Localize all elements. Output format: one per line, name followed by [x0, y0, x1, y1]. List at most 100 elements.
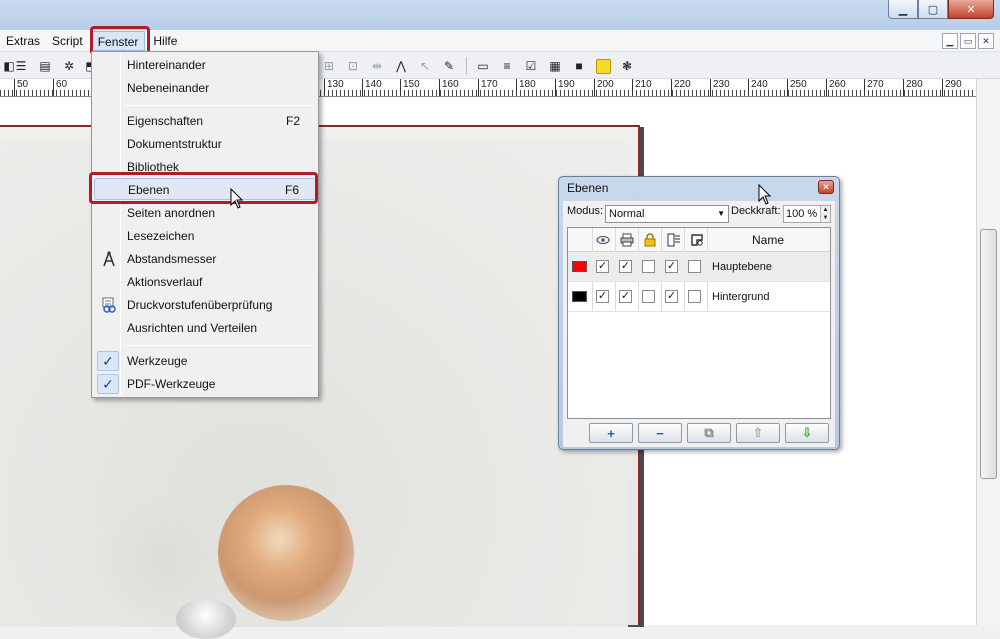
pdf-annotation-icon[interactable]: [594, 57, 612, 75]
opacity-value: 100 %: [786, 208, 818, 220]
menu-item-lesezeichen[interactable]: Lesezeichen: [94, 225, 316, 247]
copy-properties-icon[interactable]: ↖: [416, 57, 434, 75]
layer-color-swatch[interactable]: [572, 291, 587, 302]
menu-separator: [124, 345, 314, 346]
preflight-icon: [100, 297, 118, 313]
layer-name[interactable]: Hauptebene: [712, 252, 772, 282]
menu-item-label: Eigenschaften: [127, 114, 204, 128]
layer-print-checkbox[interactable]: ✓: [619, 290, 632, 303]
layer-outline-checkbox[interactable]: [688, 260, 701, 273]
layer-row-hintergrund[interactable]: ✓ ✓ ✓ Hintergrund: [568, 282, 830, 312]
lower-layer-button[interactable]: ⇩: [785, 423, 829, 443]
layer-lock-checkbox[interactable]: [642, 290, 655, 303]
doc-minimize-icon[interactable]: ▁: [942, 33, 958, 49]
menu-item-pdf-werkzeuge[interactable]: ✓ PDF-Werkzeuge: [94, 373, 316, 395]
layer-outline-checkbox[interactable]: [688, 290, 701, 303]
menu-item-aktionsverlauf[interactable]: Aktionsverlauf: [94, 271, 316, 293]
layer-visible-checkbox[interactable]: ✓: [596, 290, 609, 303]
layer-color-swatch[interactable]: [572, 261, 587, 272]
eye-icon: [594, 231, 612, 249]
blend-mode-select[interactable]: Normal ▼: [605, 205, 729, 223]
table-header: Name: [568, 228, 830, 252]
menu-item-label: Ausrichten und Verteilen: [127, 321, 258, 335]
modus-label: Modus:: [567, 205, 604, 217]
pdf-textfield-icon[interactable]: ≡: [498, 57, 516, 75]
maximize-icon[interactable]: ▢: [918, 0, 948, 19]
pdf-link-icon[interactable]: ❃: [618, 57, 636, 75]
window-titlebar: ▁ ▢ ✕: [0, 0, 1000, 30]
layer-print-checkbox[interactable]: ✓: [619, 260, 632, 273]
image-frame-icon[interactable]: ▤: [36, 57, 54, 75]
ruler-label: 160: [439, 79, 459, 96]
layers-palette[interactable]: Ebenen ✕ Modus: Normal ▼ Deckkraft: 100 …: [558, 176, 840, 450]
scrollbar-thumb[interactable]: [980, 229, 997, 479]
checkmark-icon: ✓: [97, 374, 119, 394]
raise-layer-button[interactable]: ⇧: [736, 423, 780, 443]
menu-item-nebeneinander[interactable]: Nebeneinander: [94, 77, 316, 99]
text-flow-icon: [665, 231, 683, 249]
document-window-buttons: ▁ ▭ ✕: [942, 33, 994, 49]
layer-flow-checkbox[interactable]: ✓: [665, 290, 678, 303]
menu-item-seiten-anordnen[interactable]: Seiten anordnen: [94, 202, 316, 224]
ruler-label: 240: [748, 79, 768, 96]
doc-close-icon[interactable]: ✕: [978, 33, 994, 49]
add-layer-button[interactable]: +: [589, 423, 633, 443]
chevron-down-icon: ▼: [717, 209, 725, 218]
pdf-listbox-icon[interactable]: ■: [570, 57, 588, 75]
menu-item-dokumentstruktur[interactable]: Dokumentstruktur: [94, 133, 316, 155]
menu-item-werkzeuge[interactable]: ✓ Werkzeuge: [94, 350, 316, 372]
menu-script[interactable]: Script: [46, 31, 89, 51]
doc-restore-icon[interactable]: ▭: [960, 33, 976, 49]
text-frame-icon[interactable]: ☰: [12, 57, 30, 75]
unlink-frames-icon[interactable]: ⊡: [344, 57, 362, 75]
menu-item-label: Lesezeichen: [127, 229, 195, 243]
rose-orb-image: [218, 485, 354, 621]
layer-row-hauptebene[interactable]: ✓ ✓ ✓ Hauptebene: [568, 252, 830, 282]
ruler-label: 60: [53, 79, 67, 96]
close-icon[interactable]: ✕: [948, 0, 994, 19]
ruler-label: 150: [400, 79, 420, 96]
measure-tool-icon[interactable]: ⋀: [392, 57, 410, 75]
pdf-checkbox-icon[interactable]: ☑: [522, 57, 540, 75]
duplicate-layer-button[interactable]: ⧉: [687, 423, 731, 443]
layer-lock-checkbox[interactable]: [642, 260, 655, 273]
silver-orb-image: [176, 599, 236, 639]
outline-mode-icon: [688, 231, 706, 249]
window-caption-buttons: ▁ ▢ ✕: [888, 0, 994, 19]
layer-flow-checkbox[interactable]: ✓: [665, 260, 678, 273]
menu-item-druckvorstufe[interactable]: Druckvorstufenüberprüfung: [94, 294, 316, 316]
ruler-label: 50: [14, 79, 28, 96]
ruler-label: 280: [903, 79, 923, 96]
scale-frames-icon[interactable]: ⇹: [368, 57, 386, 75]
palette-title: Ebenen: [567, 181, 609, 195]
checkmark-icon: ✓: [97, 351, 119, 371]
remove-layer-button[interactable]: −: [638, 423, 682, 443]
menu-hilfe[interactable]: Hilfe: [147, 31, 183, 51]
pdf-combobox-icon[interactable]: ▦: [546, 57, 564, 75]
pdf-button-icon[interactable]: ▭: [474, 57, 492, 75]
minimize-icon[interactable]: ▁: [888, 0, 918, 19]
vertical-scrollbar[interactable]: [976, 79, 1000, 625]
menu-separator: [124, 105, 314, 106]
opacity-label: Deckkraft:: [731, 205, 781, 217]
menu-extras[interactable]: Extras: [0, 31, 46, 51]
link-frames-icon[interactable]: ⊞: [320, 57, 338, 75]
spin-arrows-icon[interactable]: ▲ ▼: [820, 206, 830, 222]
mouse-cursor-icon: [758, 184, 772, 205]
ruler-label: 230: [710, 79, 730, 96]
menu-item-ausrichten[interactable]: Ausrichten und Verteilen: [94, 317, 316, 339]
layers-table: Name ✓ ✓ ✓ Hauptebene ✓ ✓ ✓ Hintergrund: [567, 227, 831, 419]
menu-item-abstandsmesser[interactable]: Abstandsmesser: [94, 248, 316, 270]
layer-visible-checkbox[interactable]: ✓: [596, 260, 609, 273]
shape-tool-icon[interactable]: ✲: [60, 57, 78, 75]
ruler-label: 140: [362, 79, 382, 96]
menu-item-hintereinander[interactable]: Hintereinander: [94, 54, 316, 76]
eyedropper-icon[interactable]: ✎: [440, 57, 458, 75]
lock-icon: [641, 231, 659, 249]
menu-item-eigenschaften[interactable]: Eigenschaften F2: [94, 110, 316, 132]
opacity-spinbox[interactable]: 100 % ▲ ▼: [783, 205, 831, 223]
close-icon[interactable]: ✕: [818, 180, 834, 194]
menu-item-shortcut: F2: [285, 114, 300, 128]
layer-name[interactable]: Hintergrund: [712, 282, 769, 312]
ruler-label: 180: [516, 79, 536, 96]
